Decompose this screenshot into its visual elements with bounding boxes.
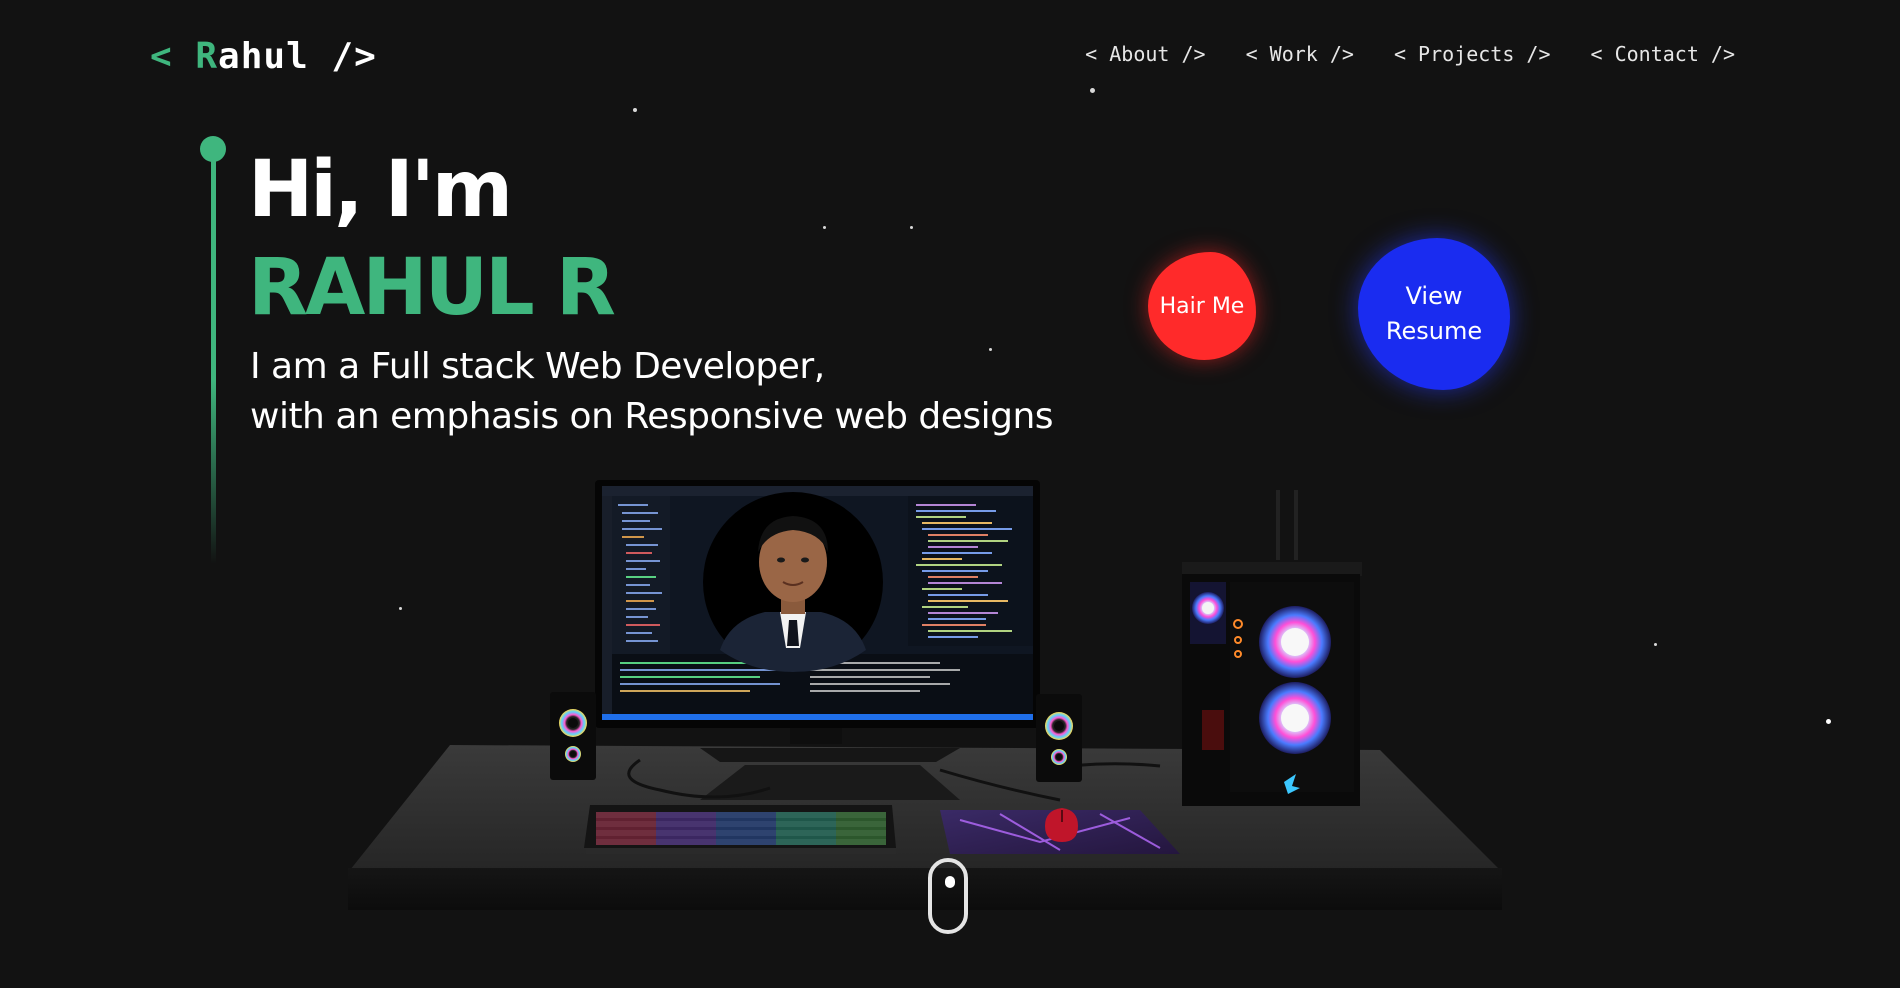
hire-me-label: Hair Me xyxy=(1159,293,1245,319)
logo-rest: ahul xyxy=(218,36,309,77)
desk-setup-illustration xyxy=(348,480,1502,910)
hero-subtitle-line2: with an emphasis on Responsive web desig… xyxy=(250,396,1054,437)
star xyxy=(1826,719,1831,724)
mouse-scroll-icon[interactable] xyxy=(928,858,968,934)
star xyxy=(910,226,913,229)
desk-front xyxy=(348,868,1502,910)
star xyxy=(1654,643,1657,646)
hero-name: RAHUL R xyxy=(248,243,616,333)
hero-subtitle-line1: I am a Full stack Web Developer, xyxy=(250,346,825,387)
logo-bracket-open: < xyxy=(150,36,196,77)
monitor xyxy=(595,480,1040,728)
keyboard xyxy=(584,805,896,854)
top-nav: < Rahul /> < About /> < Work /> < Projec… xyxy=(0,36,1900,77)
left-speaker xyxy=(550,692,596,780)
timeline-line xyxy=(211,154,216,564)
star xyxy=(633,108,637,112)
mouse xyxy=(1045,808,1078,842)
right-speaker xyxy=(1036,694,1082,782)
view-resume-label: View Resume xyxy=(1386,279,1482,349)
hero-subtitle: I am a Full stack Web Developer, with an… xyxy=(250,342,1054,442)
view-resume-label-line2: Resume xyxy=(1385,317,1483,345)
view-resume-label-line1: View xyxy=(1405,282,1463,310)
logo-bracket-close: /> xyxy=(308,36,377,77)
hero-greeting: Hi, I'm xyxy=(248,145,513,235)
scroll-wheel xyxy=(945,876,955,888)
logo[interactable]: < Rahul /> xyxy=(150,36,377,77)
nav-item-about[interactable]: < About /> xyxy=(1085,42,1205,66)
pc-tower xyxy=(1182,490,1362,806)
nav-item-projects[interactable]: < Projects /> xyxy=(1394,42,1551,66)
hire-me-button[interactable]: Hair Me xyxy=(1148,252,1256,360)
hero-timeline xyxy=(200,136,226,566)
view-resume-button[interactable]: View Resume xyxy=(1358,238,1510,390)
star xyxy=(823,226,826,229)
nav-item-work[interactable]: < Work /> xyxy=(1246,42,1354,66)
nav-item-contact[interactable]: < Contact /> xyxy=(1591,42,1736,66)
star xyxy=(1090,88,1095,93)
logo-initial: R xyxy=(195,36,219,77)
profile-photo xyxy=(703,492,883,672)
nav-links: < About /> < Work /> < Projects /> < Con… xyxy=(1085,42,1735,66)
